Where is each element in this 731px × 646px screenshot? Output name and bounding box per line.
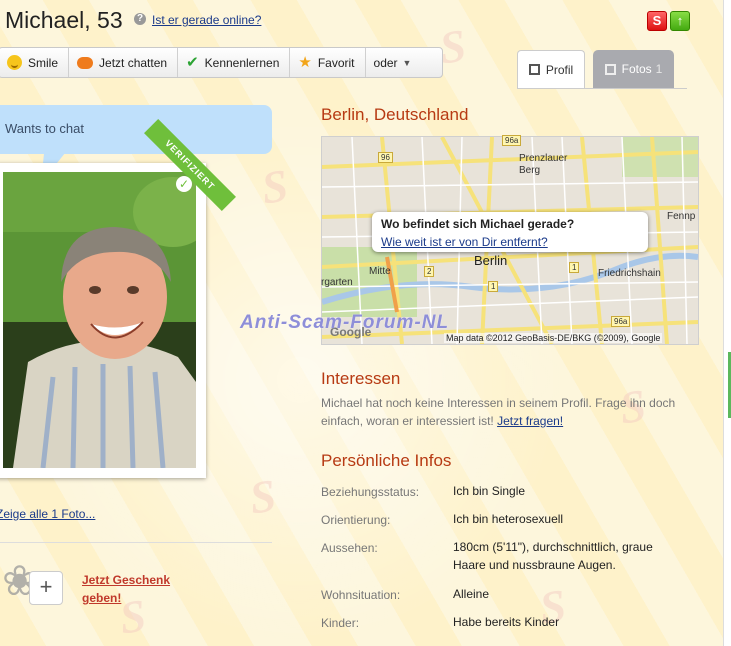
personal-info-heading: Persönliche Infos: [321, 451, 452, 470]
map-road-marker: 1: [488, 281, 499, 292]
watermark: Anti-Scam-Forum-NL: [240, 312, 450, 333]
info-label: Orientierung:: [321, 513, 391, 527]
action-toolbar: Smile Jetzt chatten ✔ Kennenlernen ★ Fav…: [0, 47, 443, 78]
map-label-city: Berlin: [474, 253, 508, 268]
chevron-down-icon: ▼: [402, 57, 412, 68]
map-label-district: Friedrichshain: [598, 268, 661, 279]
tab-fotos[interactable]: Fotos 1: [593, 50, 674, 88]
profile-photo[interactable]: [3, 172, 196, 468]
ask-now-link[interactable]: Jetzt fragen!: [497, 414, 563, 428]
map-popup-question: Wo befindet sich Michael gerade?: [381, 217, 575, 231]
interests-heading: Interessen: [321, 369, 401, 388]
more-dropdown-label: oder: [373, 55, 398, 70]
side-panel-edge: [723, 0, 731, 646]
background-logo-mark: S: [246, 469, 280, 524]
photos-icon: [604, 63, 616, 75]
smile-button[interactable]: Smile: [0, 48, 70, 77]
info-value: Ich bin heterosexuell: [453, 512, 564, 526]
map-road-marker: 1: [569, 262, 580, 273]
map-road-marker: 2: [424, 266, 435, 277]
location-title: Berlin, Deutschland: [321, 105, 469, 124]
profile-photo-illustration: [3, 172, 196, 468]
info-label: Wohnsituation:: [321, 588, 401, 602]
up-arrow-icon[interactable]: ↑: [670, 11, 690, 31]
meet-button[interactable]: ✔ Kennenlernen: [178, 48, 291, 77]
help-icon[interactable]: ?: [134, 13, 146, 25]
info-label: Aussehen:: [321, 541, 378, 555]
verified-check-icon: ✓: [176, 176, 192, 192]
profile-card-icon: [528, 64, 540, 75]
smile-button-label: Smile: [28, 55, 59, 70]
distance-link[interactable]: Wie weit ist er von Dir entfernt?: [381, 235, 548, 249]
info-label: Kinder:: [321, 616, 360, 630]
smile-icon: [7, 55, 22, 70]
chat-button[interactable]: Jetzt chatten: [69, 48, 179, 77]
profile-name: Michael, 53: [5, 7, 123, 33]
map-credit: Map data ©2012 GeoBasis-DE/BKG (©2009), …: [444, 333, 663, 343]
check-icon: ✔: [186, 54, 199, 71]
map-label-district: Fennp: [667, 211, 696, 222]
info-value: Alleine: [453, 587, 490, 601]
add-gift-button[interactable]: +: [29, 571, 63, 605]
s-icon[interactable]: S: [647, 11, 667, 31]
info-label: Beziehungsstatus:: [321, 485, 420, 499]
favorite-button-label: Favorit: [317, 55, 355, 70]
map-label-district: Prenzlauer Berg: [519, 153, 568, 176]
tab-profil[interactable]: Profil: [517, 50, 585, 88]
star-icon: ★: [298, 54, 312, 71]
tab-profil-label: Profil: [545, 62, 574, 77]
interests-text: Michael hat noch keine Interessen in sei…: [321, 394, 681, 430]
left-divider: [0, 542, 272, 543]
info-value: Ich bin Single: [453, 484, 526, 498]
map-label-district: rgarten: [321, 277, 353, 288]
tab-fotos-count: 1: [655, 62, 663, 76]
map-label-district: Mitte: [369, 266, 391, 277]
status-text: Wants to chat: [5, 121, 84, 136]
info-value: 180cm (5'11"), durchschnittlich, graue H…: [453, 540, 653, 572]
send-gift-link[interactable]: Jetzt Geschenk geben!: [82, 571, 192, 607]
online-status-link[interactable]: Ist er gerade online?: [152, 13, 261, 27]
info-value: Habe bereits Kinder: [453, 615, 560, 629]
more-dropdown[interactable]: oder ▼: [366, 48, 422, 77]
chat-bubble-icon: [77, 56, 94, 69]
tab-divider: [517, 88, 687, 89]
background-logo-mark: S: [258, 159, 292, 214]
map-road-marker: 96a: [611, 316, 631, 327]
all-photos-link[interactable]: Zeige alle 1 Foto...: [0, 507, 95, 521]
meet-button-label: Kennenlernen: [204, 55, 280, 70]
favorite-button[interactable]: ★ Favorit: [290, 48, 366, 77]
chat-button-label: Jetzt chatten: [99, 55, 168, 70]
map-road-marker: 96a: [502, 135, 522, 146]
map-road-marker: 96: [378, 152, 393, 163]
tab-fotos-label: Fotos: [621, 62, 652, 76]
